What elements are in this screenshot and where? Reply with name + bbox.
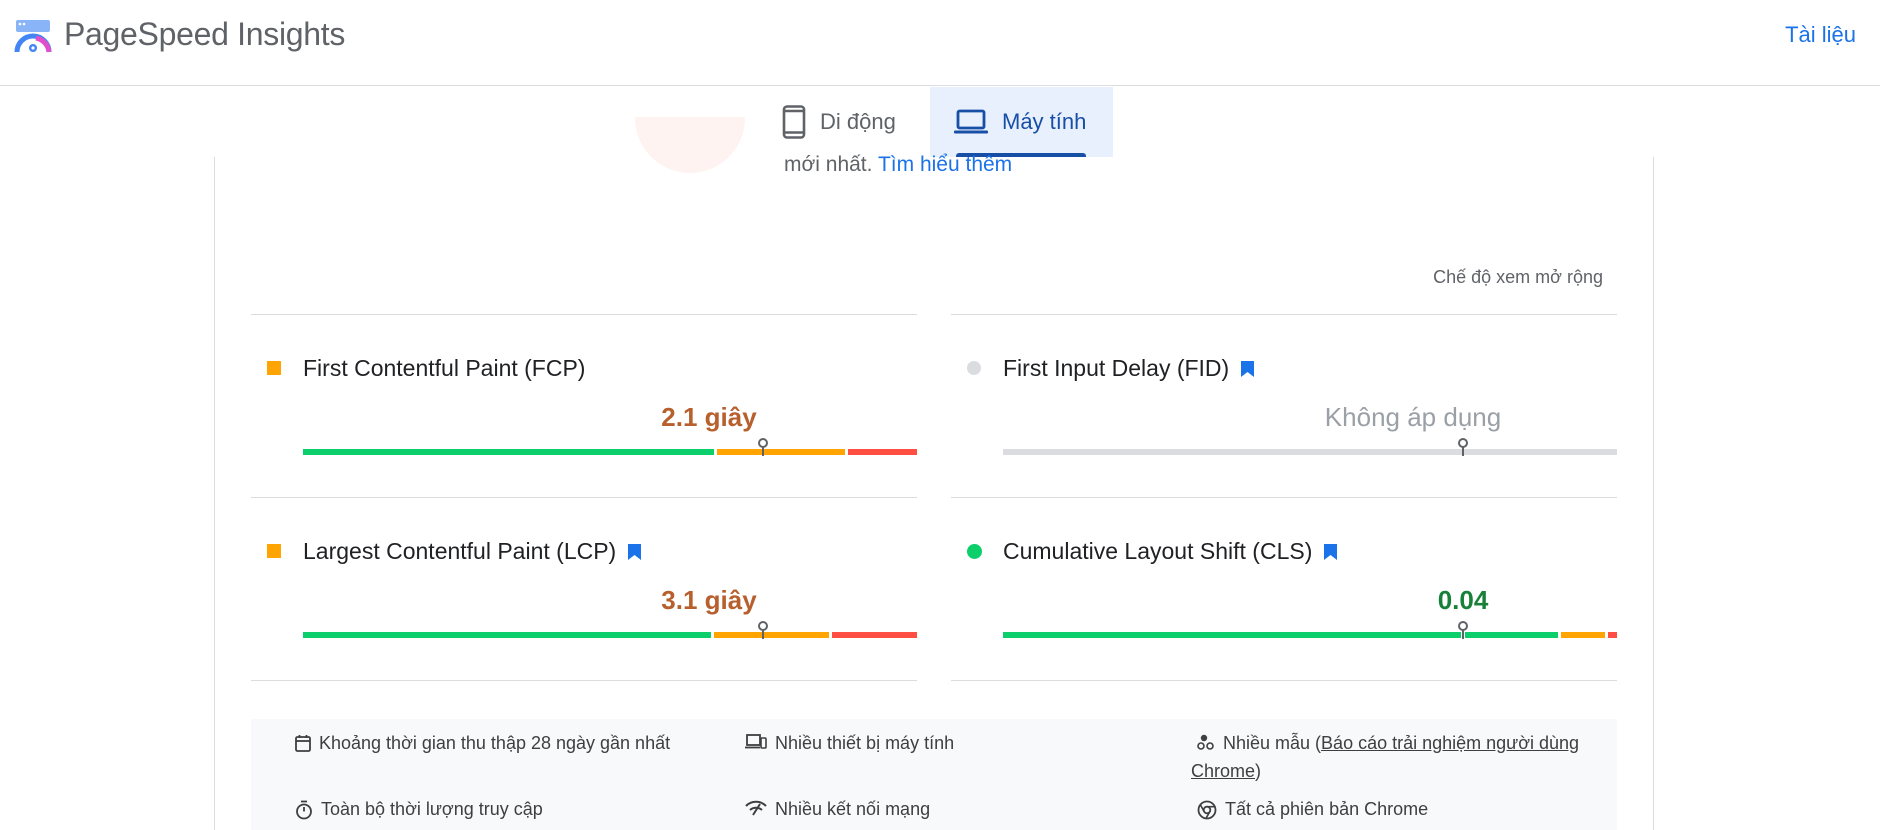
bar-average-segment	[717, 449, 845, 455]
bar-good-segment	[1465, 632, 1558, 638]
tab-desktop[interactable]: Máy tính	[930, 87, 1113, 157]
metric-name: First Input Delay (FID)	[1003, 355, 1255, 382]
marker-pin-icon	[1458, 621, 1468, 631]
stopwatch-icon	[296, 800, 312, 820]
learn-more-link[interactable]: Tìm hiểu thêm	[878, 153, 1012, 176]
field-data-panel: mới nhất. Tìm hiểu thêm Chế độ xem mở rộ…	[214, 117, 1654, 830]
bar-poor-segment	[1608, 632, 1617, 638]
pagespeed-logo-icon	[14, 20, 52, 53]
metric-value: Không áp dụng	[1324, 402, 1502, 432]
app-title: PageSpeed Insights	[64, 16, 346, 52]
distribution-bar	[1003, 438, 1617, 456]
metric-cls: Cumulative Layout Shift (CLS) 0.04	[951, 497, 1617, 680]
bar-poor-segment	[848, 449, 917, 455]
bar-average-segment	[1561, 632, 1605, 638]
metric-name: Cumulative Layout Shift (CLS)	[1003, 538, 1338, 565]
chrome-versions: Tất cả phiên bản Chrome	[1197, 795, 1428, 823]
wifi-icon	[745, 800, 767, 816]
network-connections: Nhiều kết nối mạng	[745, 795, 930, 823]
sample-count: Nhiều mẫu (Báo cáo trải nghiệm người dùn…	[1191, 733, 1580, 781]
score-gauge-partial	[635, 117, 745, 173]
divider	[951, 680, 1617, 681]
chrome-icon	[1197, 800, 1217, 820]
no-data-indicator-icon	[967, 361, 981, 375]
bar-poor-segment	[832, 632, 917, 638]
metric-value: 2.1 giây	[661, 402, 757, 432]
visit-duration: Toàn bộ thời lượng truy cập	[295, 795, 543, 823]
top-app-bar: PageSpeed Insights Tài liệu	[0, 0, 1880, 86]
intro-text-body: mới nhất.	[784, 153, 873, 176]
marker-pin-icon	[758, 621, 768, 631]
bar-good-segment	[303, 449, 714, 455]
metric-lcp: Largest Contentful Paint (LCP) 3.1 giây	[251, 497, 917, 680]
bar-good-segment	[303, 632, 711, 638]
expand-view-toggle[interactable]: Chế độ xem mở rộng	[1433, 267, 1603, 288]
samples-icon	[1197, 734, 1214, 750]
distribution-bar	[303, 621, 917, 639]
good-indicator-icon	[967, 544, 982, 559]
devices-icon	[745, 734, 767, 749]
distribution-bar	[1003, 621, 1617, 639]
tab-mobile-label: Di động	[820, 109, 896, 134]
metric-value: 0.04	[1437, 585, 1489, 615]
metric-fcp: First Contentful Paint (FCP) 2.1 giây	[251, 314, 917, 497]
collection-period: Khoảng thời gian thu thập 28 ngày gần nh…	[295, 729, 670, 757]
metric-name: First Contentful Paint (FCP)	[303, 355, 586, 381]
tab-desktop-label: Máy tính	[1002, 109, 1087, 134]
bar-empty-segment	[1003, 449, 1617, 455]
distribution-bar	[303, 438, 917, 456]
bookmark-icon	[1324, 543, 1338, 560]
smartphone-icon	[782, 105, 806, 139]
bookmark-icon	[628, 543, 642, 560]
metric-fid: First Input Delay (FID) Không áp dụng	[951, 314, 1617, 497]
marker-stem	[762, 630, 764, 639]
marker-stem	[1462, 447, 1464, 456]
device-types: Nhiều thiết bị máy tính	[745, 729, 954, 757]
bar-good-segment	[1003, 632, 1461, 638]
marker-pin-icon	[1458, 438, 1468, 448]
marker-stem	[1462, 630, 1464, 639]
tab-mobile[interactable]: Di động	[770, 87, 930, 157]
bookmark-icon	[1241, 360, 1255, 377]
data-collection-info: Khoảng thời gian thu thập 28 ngày gần nh…	[251, 719, 1617, 830]
marker-pin-icon	[758, 438, 768, 448]
laptop-icon	[954, 109, 988, 134]
calendar-icon	[295, 735, 311, 752]
documentation-link[interactable]: Tài liệu	[1785, 22, 1856, 48]
bar-average-segment	[714, 632, 829, 638]
intro-text: mới nhất. Tìm hiểu thêm	[784, 153, 1012, 177]
average-indicator-icon	[267, 361, 281, 375]
divider	[251, 680, 917, 681]
marker-stem	[762, 447, 764, 456]
average-indicator-icon	[267, 544, 281, 558]
metric-name: Largest Contentful Paint (LCP)	[303, 538, 642, 565]
metric-value: 3.1 giây	[661, 585, 757, 615]
device-tabs: Di động Máy tính	[0, 87, 1880, 157]
